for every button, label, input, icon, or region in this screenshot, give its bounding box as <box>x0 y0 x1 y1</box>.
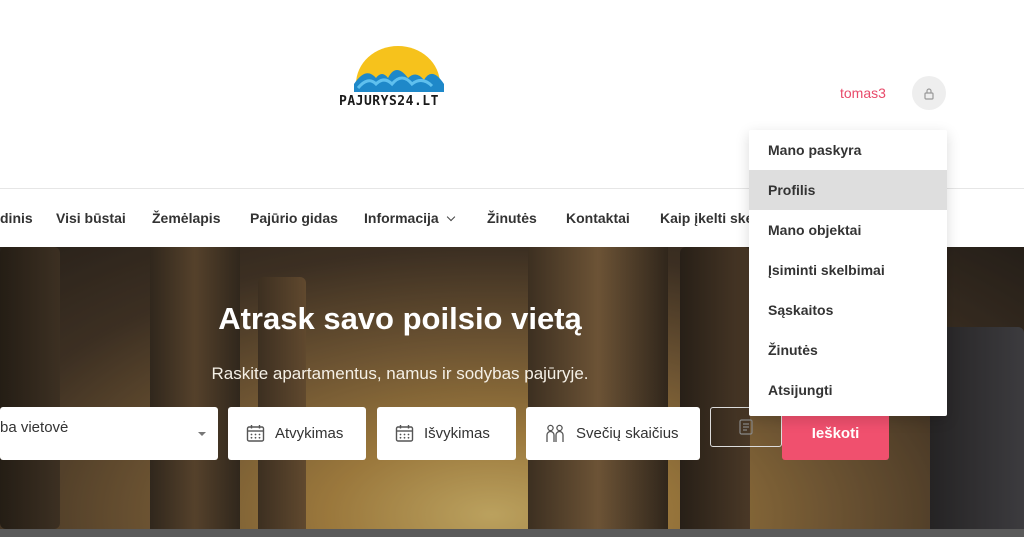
nav-item-messages[interactable]: Žinutės <box>487 210 537 226</box>
menu-item-saved-listings[interactable]: Įsiminti skelbimai <box>749 250 947 290</box>
username-link[interactable]: tomas3 <box>840 85 886 101</box>
menu-item-profile[interactable]: Profilis <box>749 170 947 210</box>
menu-item-my-objects[interactable]: Mano objektai <box>749 210 947 250</box>
menu-item-my-account[interactable]: Mano paskyra <box>749 130 947 170</box>
nav-item-map[interactable]: Žemėlapis <box>152 210 220 226</box>
nav-item-info-label: Informacija <box>364 210 439 226</box>
guests-icon <box>546 424 564 442</box>
user-icon <box>924 87 934 100</box>
menu-item-logout[interactable]: Atsijungti <box>749 370 947 410</box>
checkout-field[interactable]: Išvykimas <box>377 407 516 460</box>
bottom-divider <box>0 529 1024 537</box>
nav-item-guide[interactable]: Pajūrio gidas <box>250 210 338 226</box>
avatar[interactable] <box>912 76 946 110</box>
nav-item-how-to-post[interactable]: Kaip įkelti skel <box>660 210 757 226</box>
nav-item-all-listings[interactable]: Visi būstai <box>56 210 126 226</box>
nav-item-home[interactable]: dinis <box>0 210 33 226</box>
guests-label: Svečių skaičius <box>576 425 679 442</box>
logo-text[interactable]: PAJURYS24.LT <box>339 94 439 109</box>
filter-icon <box>739 419 753 435</box>
checkin-label: Atvykimas <box>275 425 344 442</box>
caret-down-icon <box>198 432 206 436</box>
calendar-icon <box>395 425 414 442</box>
menu-item-invoices[interactable]: Sąskaitos <box>749 290 947 330</box>
location-value: ba vietovė <box>0 419 69 436</box>
user-menu: Mano paskyra Profilis Mano objektai Įsim… <box>749 130 947 416</box>
hero-subtitle: Raskite apartamentus, namus ir sodybas p… <box>211 364 589 383</box>
chevron-down-icon <box>446 212 455 222</box>
checkin-field[interactable]: Atvykimas <box>228 407 366 460</box>
nav-item-info[interactable]: Informacija <box>364 210 455 226</box>
nav-item-contacts[interactable]: Kontaktai <box>566 210 630 226</box>
location-select[interactable]: ba vietovė <box>0 407 218 460</box>
calendar-icon <box>246 425 265 442</box>
menu-item-messages[interactable]: Žinutės <box>749 330 947 370</box>
hero-title: Atrask savo poilsio vietą <box>218 301 582 336</box>
guests-field[interactable]: Svečių skaičius <box>526 407 700 460</box>
checkout-label: Išvykimas <box>424 425 490 442</box>
